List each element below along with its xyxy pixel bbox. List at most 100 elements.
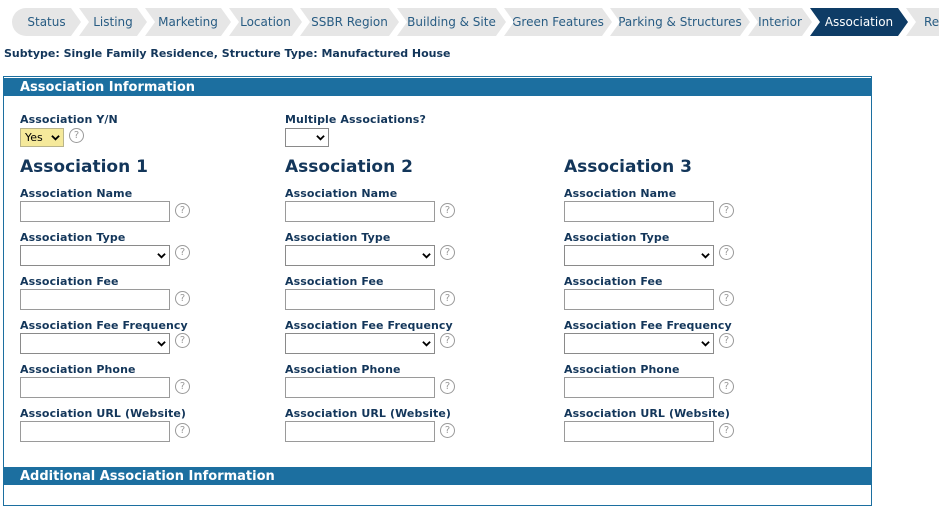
help-icon[interactable]: ? xyxy=(719,333,734,348)
help-glyph: ? xyxy=(444,293,451,304)
help-glyph: ? xyxy=(723,205,730,216)
tab-parking-structures[interactable]: Parking & Structures xyxy=(610,8,750,36)
help-glyph: ? xyxy=(73,130,80,141)
association-yn-label: Association Y/N xyxy=(20,113,118,126)
tab-label: Remar xyxy=(924,15,939,29)
association-1-url-input[interactable] xyxy=(20,421,170,442)
tab-location[interactable]: Location xyxy=(229,8,302,36)
association-2-fee-label: Association Fee xyxy=(285,275,384,288)
help-icon[interactable]: ? xyxy=(69,128,84,143)
help-icon[interactable]: ? xyxy=(175,379,190,394)
help-icon[interactable]: ? xyxy=(175,333,190,348)
tab-marketing[interactable]: Marketing xyxy=(145,8,231,36)
help-icon[interactable]: ? xyxy=(719,245,734,260)
help-icon[interactable]: ? xyxy=(175,245,190,260)
chevron-down-icon xyxy=(422,341,431,347)
help-glyph: ? xyxy=(723,247,730,258)
help-icon[interactable]: ? xyxy=(440,245,455,260)
association-1-phone-input[interactable] xyxy=(20,377,170,398)
help-icon[interactable]: ? xyxy=(175,423,190,438)
help-glyph: ? xyxy=(179,335,186,346)
breadcrumb-tabs: Status Listing Marketing Location SSBR R… xyxy=(12,8,939,36)
help-icon[interactable]: ? xyxy=(175,291,190,306)
tab-building-site[interactable]: Building & Site xyxy=(397,8,506,36)
help-glyph: ? xyxy=(444,247,451,258)
help-glyph: ? xyxy=(444,335,451,346)
help-glyph: ? xyxy=(444,425,451,436)
association-3-fee-label: Association Fee xyxy=(564,275,663,288)
association-3-fee-input[interactable] xyxy=(564,289,714,310)
help-icon[interactable]: ? xyxy=(440,423,455,438)
association-2-url-label: Association URL (Website) xyxy=(285,407,452,420)
tab-label: Interior xyxy=(758,15,802,29)
help-icon[interactable]: ? xyxy=(175,203,190,218)
tab-remarks[interactable]: Remar xyxy=(906,8,939,36)
association-2-fee-input[interactable] xyxy=(285,289,435,310)
association-3-heading: Association 3 xyxy=(564,157,692,177)
association-2-type-label: Association Type xyxy=(285,231,391,244)
tab-green-features[interactable]: Green Features xyxy=(504,8,612,36)
association-1-url-label: Association URL (Website) xyxy=(20,407,187,420)
association-1-name-input[interactable] xyxy=(20,201,170,222)
association-3-name-input[interactable] xyxy=(564,201,714,222)
tab-label: Parking & Structures xyxy=(618,15,742,29)
help-glyph: ? xyxy=(179,247,186,258)
help-glyph: ? xyxy=(444,381,451,392)
help-icon[interactable]: ? xyxy=(719,203,734,218)
association-2-url-input[interactable] xyxy=(285,421,435,442)
help-glyph: ? xyxy=(723,425,730,436)
association-1-fee-frequency-select[interactable] xyxy=(20,333,170,354)
help-icon[interactable]: ? xyxy=(719,423,734,438)
association-3-url-label: Association URL (Website) xyxy=(564,407,731,420)
association-3-fee-frequency-select[interactable] xyxy=(564,333,714,354)
tab-interior[interactable]: Interior xyxy=(748,8,812,36)
help-glyph: ? xyxy=(723,293,730,304)
association-yn-value: Yes xyxy=(25,131,43,144)
help-icon[interactable]: ? xyxy=(440,291,455,306)
tab-ssbr-region[interactable]: SSBR Region xyxy=(300,8,399,36)
tab-label: Green Features xyxy=(512,15,604,29)
help-icon[interactable]: ? xyxy=(719,379,734,394)
subtype-line: Subtype: Single Family Residence, Struct… xyxy=(4,47,451,60)
association-3-fee-frequency-label: Association Fee Frequency xyxy=(564,319,732,332)
association-2-name-input[interactable] xyxy=(285,201,435,222)
help-glyph: ? xyxy=(179,381,186,392)
help-icon[interactable]: ? xyxy=(440,333,455,348)
help-glyph: ? xyxy=(179,293,186,304)
help-icon[interactable]: ? xyxy=(719,291,734,306)
help-icon[interactable]: ? xyxy=(440,379,455,394)
association-2-type-select[interactable] xyxy=(285,245,435,266)
association-1-name-label: Association Name xyxy=(20,187,133,200)
section-header-association-info: Association Information xyxy=(4,77,871,96)
association-2-fee-frequency-select[interactable] xyxy=(285,333,435,354)
multiple-associations-select[interactable] xyxy=(285,128,329,147)
association-3-url-input[interactable] xyxy=(564,421,714,442)
chevron-down-icon xyxy=(51,135,60,141)
tab-association[interactable]: Association xyxy=(810,8,908,36)
help-glyph: ? xyxy=(444,205,451,216)
association-2-phone-input[interactable] xyxy=(285,377,435,398)
tab-label: Association xyxy=(824,15,894,29)
tab-label: Building & Site xyxy=(407,15,496,29)
chevron-down-icon xyxy=(157,341,166,347)
chevron-down-icon xyxy=(316,135,325,141)
chevron-down-icon xyxy=(701,341,710,347)
help-icon[interactable]: ? xyxy=(440,203,455,218)
association-3-phone-input[interactable] xyxy=(564,377,714,398)
tab-status[interactable]: Status xyxy=(12,8,81,36)
association-3-type-select[interactable] xyxy=(564,245,714,266)
chevron-down-icon xyxy=(157,253,166,259)
tab-label: Location xyxy=(240,15,291,29)
tab-listing[interactable]: Listing xyxy=(79,8,147,36)
association-1-type-label: Association Type xyxy=(20,231,126,244)
tab-label: SSBR Region xyxy=(311,15,388,29)
tab-label: Listing xyxy=(93,15,133,29)
association-1-type-select[interactable] xyxy=(20,245,170,266)
association-3-type-label: Association Type xyxy=(564,231,670,244)
association-yn-select[interactable]: Yes xyxy=(20,128,64,147)
association-1-phone-label: Association Phone xyxy=(20,363,136,376)
association-2-name-label: Association Name xyxy=(285,187,398,200)
association-1-fee-input[interactable] xyxy=(20,289,170,310)
association-1-fee-label: Association Fee xyxy=(20,275,119,288)
chevron-down-icon xyxy=(422,253,431,259)
